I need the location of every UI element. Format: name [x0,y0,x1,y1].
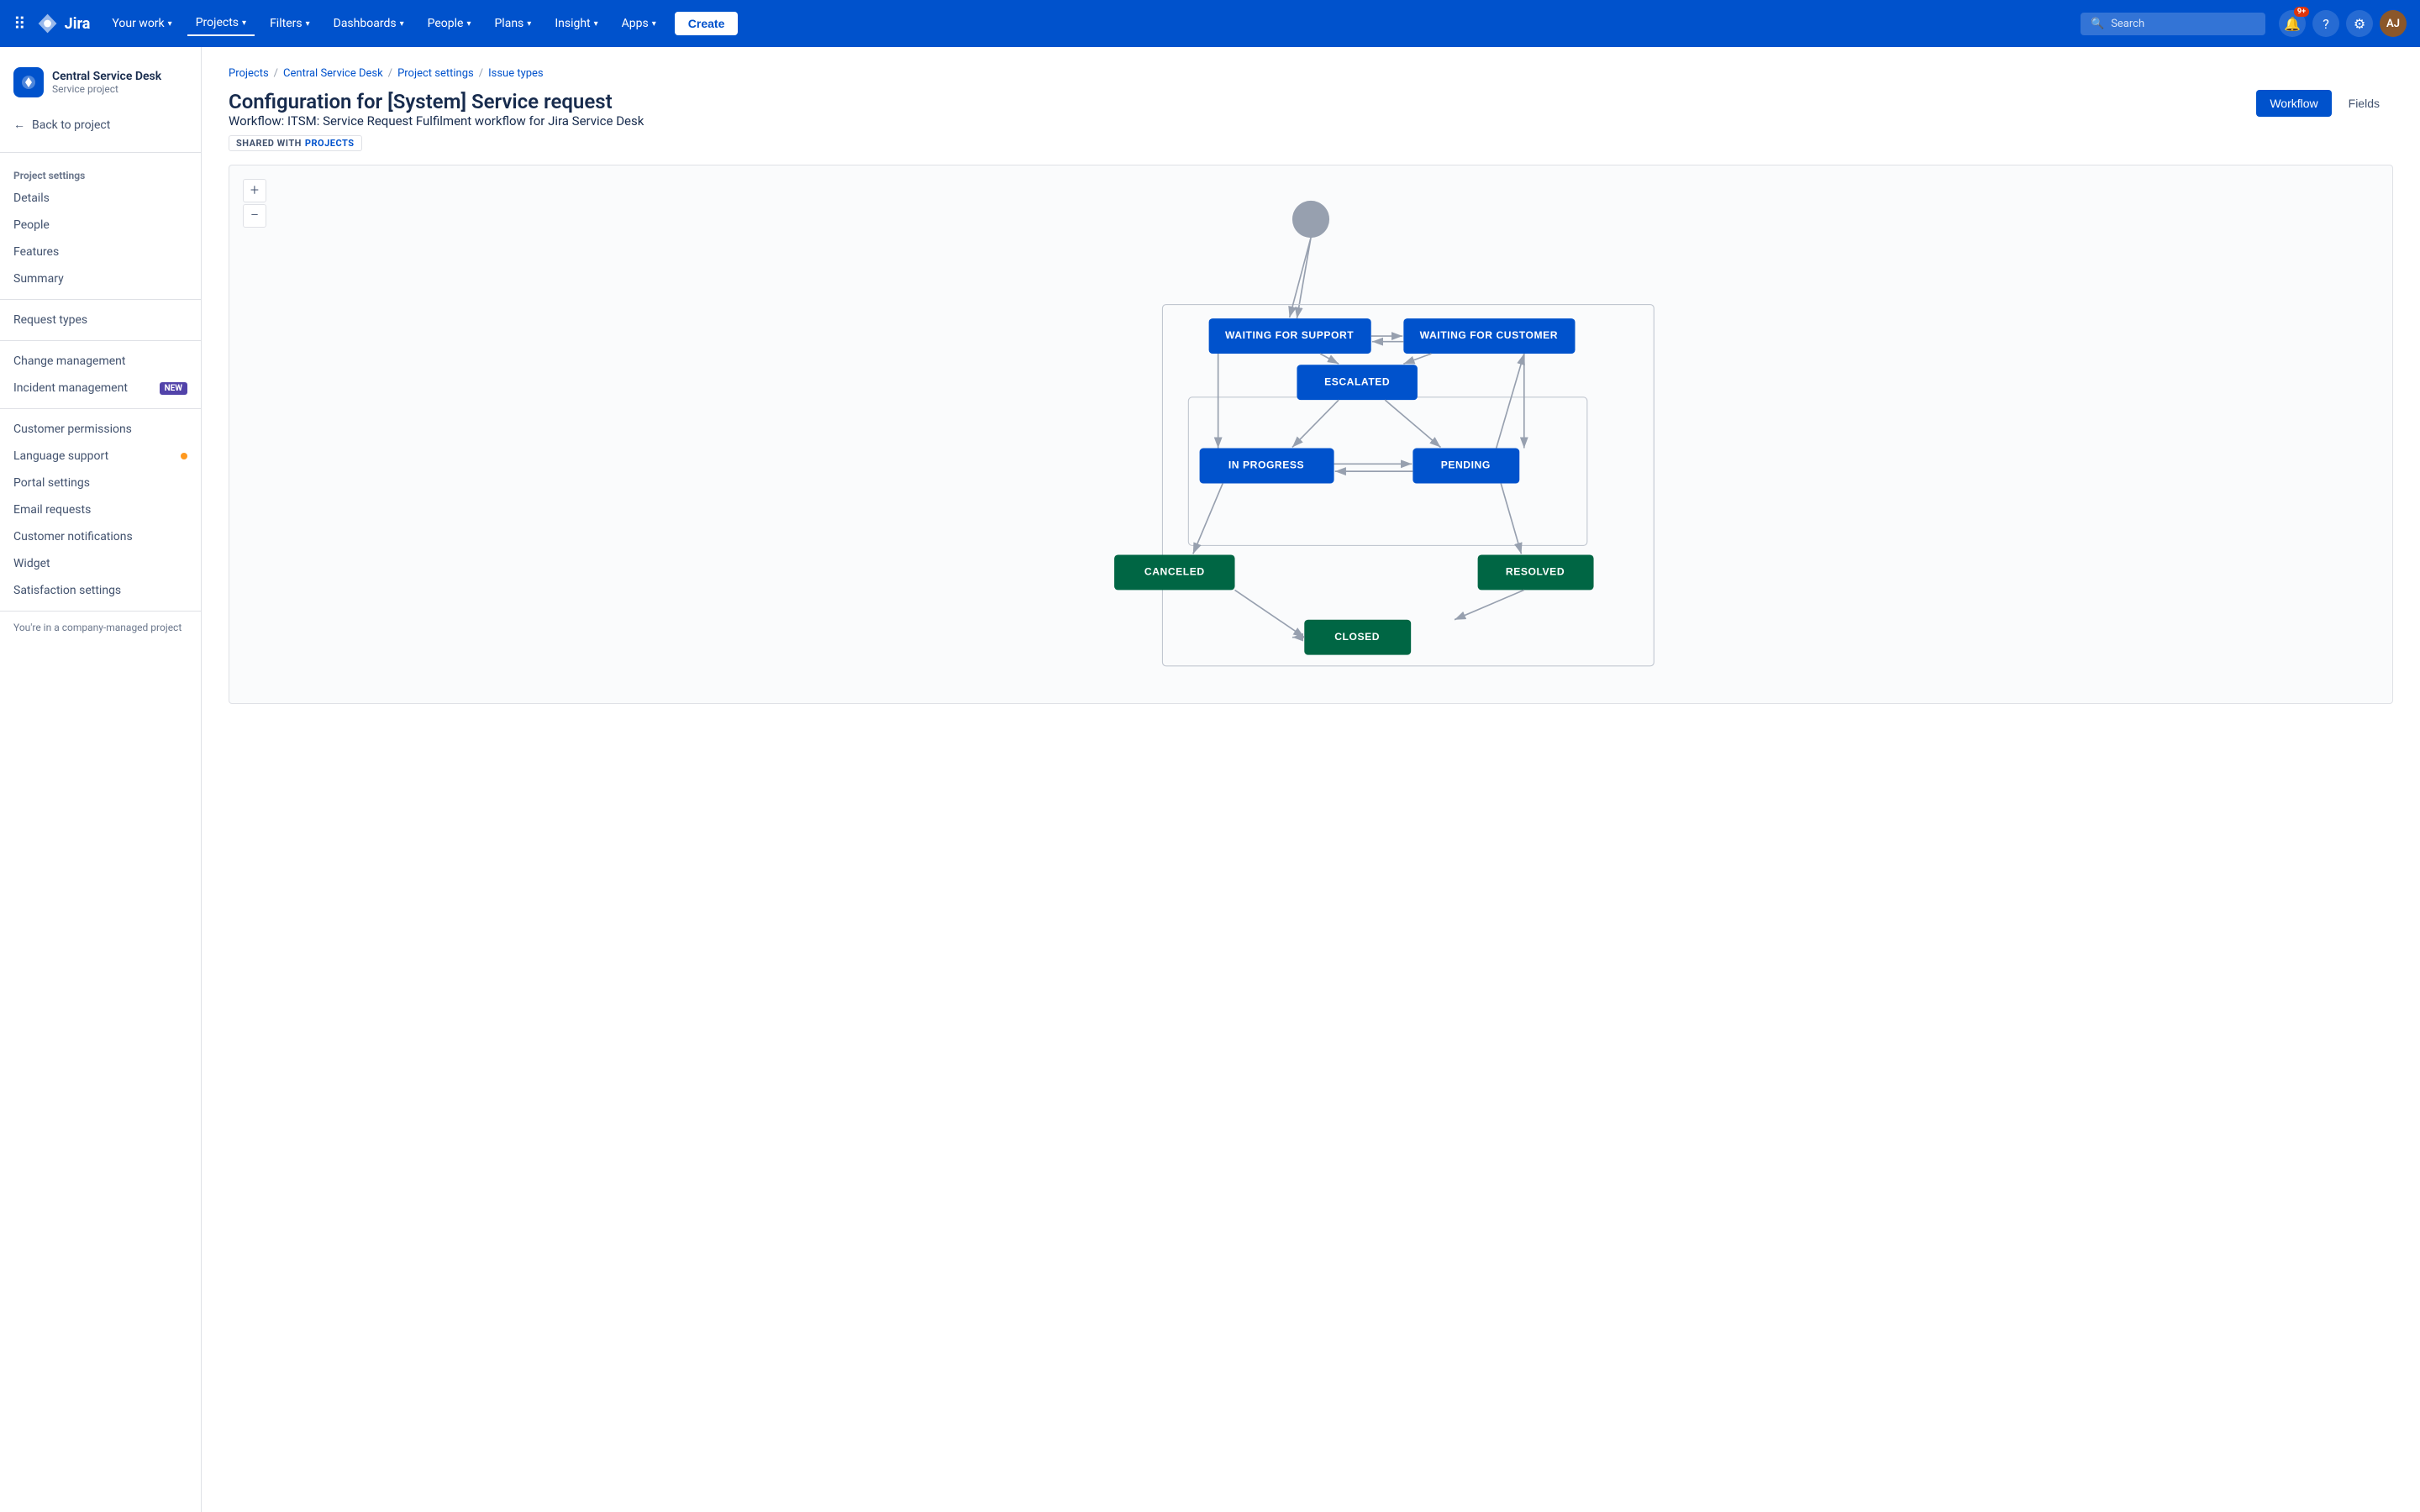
tab-workflow[interactable]: Workflow [2256,90,2331,117]
create-button[interactable]: Create [675,12,739,35]
svg-text:CANCELED: CANCELED [1144,566,1205,578]
svg-text:WAITING FOR CUSTOMER: WAITING FOR CUSTOMER [1420,329,1558,341]
breadcrumb: Projects / Central Service Desk / Projec… [229,67,2393,80]
sidebar-item-incident-management[interactable]: Incident management NEW [0,375,201,402]
zoom-out-button[interactable]: − [243,204,266,228]
sidebar-item-portal-settings[interactable]: Portal settings [0,470,201,496]
top-navigation: ⠿ Jira Your work ▾ Projects ▾ Filters ▾ … [0,0,2420,47]
sidebar-project-header: Central Service Desk Service project [0,60,201,111]
jira-logo[interactable]: Jira [36,12,91,35]
sidebar-divider-2 [0,299,201,300]
app-layout: Central Service Desk Service project ← B… [0,47,2420,1512]
settings-button[interactable]: ⚙ [2346,10,2373,37]
nav-projects[interactable]: Projects ▾ [187,11,255,36]
shared-badge: SHARED WITH PROJECTS [229,135,362,151]
zoom-controls: + − [243,179,266,228]
nav-filters[interactable]: Filters ▾ [261,12,318,35]
sidebar-item-customer-permissions[interactable]: Customer permissions [0,416,201,443]
sidebar-item-customer-notifications[interactable]: Customer notifications [0,523,201,550]
svg-text:CLOSED: CLOSED [1334,631,1380,643]
sidebar-divider-4 [0,408,201,409]
sidebar: Central Service Desk Service project ← B… [0,47,202,1512]
workflow-diagram-area: + − [229,165,2393,704]
search-icon: 🔍 [2091,18,2104,30]
sidebar-item-language-support[interactable]: Language support [0,443,201,470]
sidebar-divider-1 [0,152,201,153]
tab-fields[interactable]: Fields [2335,90,2393,117]
page-title: Configuration for [System] Service reque… [229,90,644,113]
nav-apps[interactable]: Apps ▾ [613,12,665,35]
topnav-icons: 🔔 9+ ? ⚙ AJ [2279,10,2407,37]
notifications-button[interactable]: 🔔 9+ [2279,10,2306,37]
page-header: Configuration for [System] Service reque… [229,90,2393,151]
nav-your-work[interactable]: Your work ▾ [103,12,180,35]
breadcrumb-issue-types[interactable]: Issue types [488,67,544,80]
shared-projects-link[interactable]: PROJECTS [305,138,355,149]
search-box[interactable]: 🔍 Search [2081,13,2265,35]
sidebar-item-details[interactable]: Details [0,185,201,212]
nav-people[interactable]: People ▾ [419,12,480,35]
sidebar-item-request-types[interactable]: Request types [0,307,201,333]
svg-text:WAITING FOR SUPPORT: WAITING FOR SUPPORT [1225,329,1354,341]
svg-text:ESCALATED: ESCALATED [1324,375,1390,387]
sidebar-item-widget[interactable]: Widget [0,550,201,577]
project-name: Central Service Desk [52,70,161,83]
sidebar-item-summary[interactable]: Summary [0,265,201,292]
project-icon [13,67,44,97]
sidebar-item-email-requests[interactable]: Email requests [0,496,201,523]
sidebar-footer: You're in a company-managed project [0,611,201,643]
project-type: Service project [52,83,161,95]
avatar[interactable]: AJ [2380,10,2407,37]
workflow-diagram-svg: WAITING FOR SUPPORT WAITING FOR CUSTOMER… [229,165,2392,703]
sidebar-item-satisfaction-settings[interactable]: Satisfaction settings [0,577,201,604]
grid-icon[interactable]: ⠿ [13,13,26,34]
help-button[interactable]: ? [2312,10,2339,37]
sidebar-item-features[interactable]: Features [0,239,201,265]
back-to-project[interactable]: ← Back to project [0,111,201,145]
main-content: Projects / Central Service Desk / Projec… [202,47,2420,1512]
start-node [1292,201,1329,238]
back-icon: ← [13,118,25,132]
nav-insight[interactable]: Insight ▾ [546,12,606,35]
svg-text:RESOLVED: RESOLVED [1506,566,1565,578]
sidebar-section-title: Project settings [0,160,201,185]
breadcrumb-project-settings[interactable]: Project settings [397,67,474,80]
breadcrumb-central-service-desk[interactable]: Central Service Desk [283,67,383,80]
svg-text:PENDING: PENDING [1441,459,1491,471]
sidebar-item-people[interactable]: People [0,212,201,239]
nav-plans[interactable]: Plans ▾ [486,12,539,35]
dot-badge [181,453,187,459]
sidebar-divider-3 [0,340,201,341]
breadcrumb-projects[interactable]: Projects [229,67,269,80]
notification-badge: 9+ [2294,7,2309,17]
new-badge: NEW [160,382,187,395]
view-tabs: Workflow Fields [2256,90,2393,117]
svg-text:IN PROGRESS: IN PROGRESS [1228,459,1304,471]
workflow-svg: WAITING FOR SUPPORT WAITING FOR CUSTOMER… [229,165,2392,703]
zoom-in-button[interactable]: + [243,179,266,202]
sidebar-item-change-management[interactable]: Change management [0,348,201,375]
page-subtitle: Workflow: ITSM: Service Request Fulfilme… [229,113,644,129]
nav-dashboards[interactable]: Dashboards ▾ [325,12,413,35]
